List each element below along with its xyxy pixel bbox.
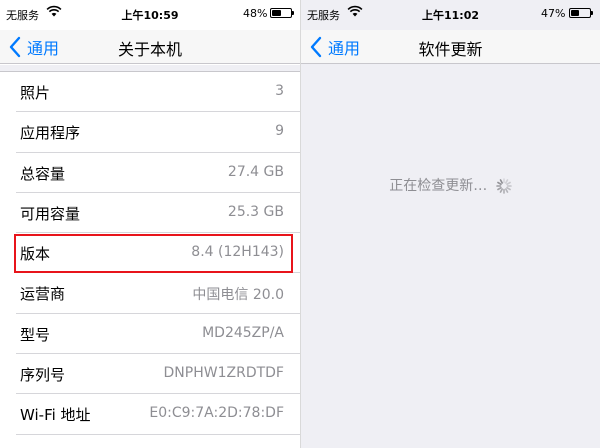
- row-label: 总容量: [20, 164, 66, 183]
- battery-percent: 47%: [541, 7, 566, 20]
- checking-text: 正在检查更新…: [389, 178, 488, 194]
- row-label: 可用容量: [20, 204, 81, 223]
- about-screen: 无服务 上午10:59 48% 通用 关于本机 照片 3 应用程序 9 总容量 …: [0, 0, 300, 448]
- loading-spinner-icon: [495, 178, 512, 194]
- version-highlight-box: [14, 234, 293, 273]
- checking-status: 正在检查更新…: [301, 175, 600, 195]
- row-value: DNPHW1ZRDTDF: [163, 365, 284, 382]
- info-row-serial: 序列号 DNPHW1ZRDTDF: [16, 354, 300, 395]
- info-row-available: 可用容量 25.3 GB: [16, 193, 300, 234]
- row-label: 运营商: [20, 285, 66, 304]
- row-label: 型号: [20, 325, 51, 344]
- row-value: MD245ZP/A: [202, 324, 284, 341]
- row-value: 中国电信 20.0: [192, 287, 284, 304]
- status-bar: 无服务 上午10:59 48%: [0, 0, 300, 30]
- software-update-screen: 无服务 上午11:02 47% 通用 软件更新 正在检查更新…: [301, 0, 600, 448]
- status-bar: 无服务 上午11:02 47%: [301, 0, 600, 30]
- row-value: 27.4 GB: [227, 163, 284, 180]
- row-label: 序列号: [20, 366, 66, 385]
- page-title: 关于本机: [117, 40, 182, 59]
- row-value: 3: [275, 83, 284, 99]
- row-label: 照片: [20, 84, 51, 102]
- navigation-bar: 通用 软件更新: [301, 30, 600, 64]
- battery-percent: 48%: [243, 7, 268, 20]
- row-value: E0:C9:7A:2D:78:DF: [149, 405, 284, 422]
- battery-icon: [270, 8, 294, 18]
- info-row-photos: 照片 3: [16, 72, 300, 113]
- section-separator: [0, 65, 300, 72]
- info-row-apps: 应用程序 9: [16, 112, 300, 153]
- info-row-capacity: 总容量 27.4 GB: [16, 153, 300, 193]
- page-title: 软件更新: [418, 40, 483, 59]
- battery-icon: [569, 8, 593, 18]
- row-label: 应用程序: [20, 124, 81, 143]
- info-row-carrier: 运营商 中国电信 20.0: [16, 273, 300, 314]
- row-value: 9: [275, 123, 284, 140]
- info-row-model: 型号 MD245ZP/A: [16, 314, 300, 355]
- row-value: 25.3 GB: [227, 203, 284, 220]
- navigation-bar: 通用 关于本机: [0, 30, 300, 64]
- info-row-wifi-address: Wi-Fi 地址 E0:C9:7A:2D:78:DF: [16, 394, 300, 435]
- row-label: Wi-Fi 地址: [20, 406, 91, 425]
